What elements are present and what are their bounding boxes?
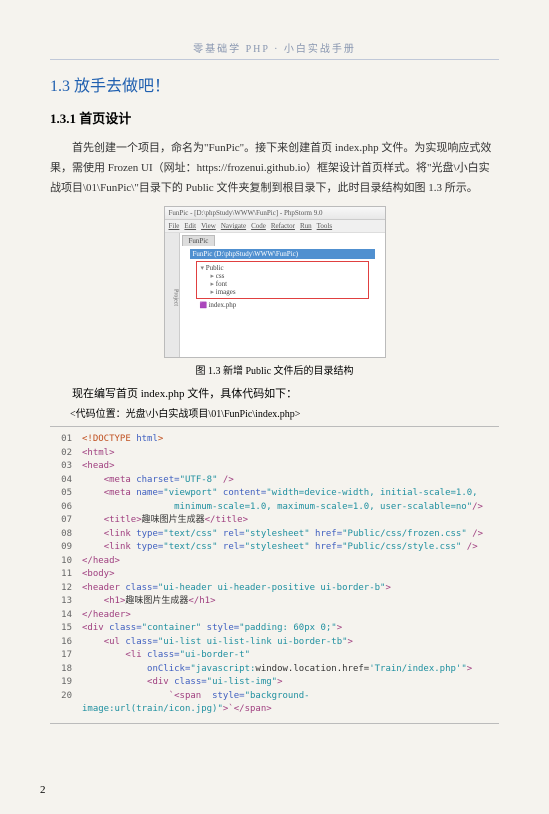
folder-font: font [199,280,366,288]
menu-item: Navigate [221,222,246,230]
sidebar-project: Project [165,233,180,357]
menu-item: Edit [184,222,196,230]
subsection-heading: 1.3.1 首页设计 [50,108,499,127]
highlight-box: Public css font images [196,261,369,299]
file-tree: FunPic FunPic (D:\phpStudy\WWW\FunPic) P… [180,233,385,357]
page: 零基础学 PHP · 小白实战手册 1.3 放手去做吧！ 1.3.1 首页设计 … [0,0,549,814]
folder-css: css [199,272,366,280]
window-title: FunPic - [D:\phpStudy\WWW\FunPic] - PhpS… [165,207,385,220]
figure-caption: 图 1.3 新增 Public 文件后的目录结构 [50,362,499,377]
code-block: 01<!DOCTYPE html>02<html>03<head>04 <met… [50,426,499,724]
menu-bar: File Edit View Navigate Code Refactor Run Tools [165,220,385,233]
paragraph: 首先创建一个项目，命名为"FunPic"。接下来创建首页 index.php 文… [50,139,499,198]
file-index: index.php [182,301,383,309]
folder-images: images [199,288,366,296]
menu-item: Tools [317,222,332,230]
section-heading: 1.3 放手去做吧！ [50,72,499,96]
page-number: 2 [40,784,46,796]
project-tab: FunPic [182,235,216,246]
code-path: <代码位置：光盘\小白实战项目\01\FunPic\index.php> [50,405,499,420]
menu-item: View [201,222,216,230]
ide-screenshot: FunPic - [D:\phpStudy\WWW\FunPic] - PhpS… [164,206,386,358]
menu-item: File [169,222,180,230]
menu-item: Run [300,222,312,230]
folder-public: Public [199,264,366,272]
page-header: 零基础学 PHP · 小白实战手册 [50,40,499,60]
instruction-text: 现在编写首页 index.php 文件，具体代码如下： [50,385,499,401]
menu-item: Refactor [271,222,295,230]
menu-item: Code [251,222,266,230]
project-root: FunPic (D:\phpStudy\WWW\FunPic) [190,249,375,259]
